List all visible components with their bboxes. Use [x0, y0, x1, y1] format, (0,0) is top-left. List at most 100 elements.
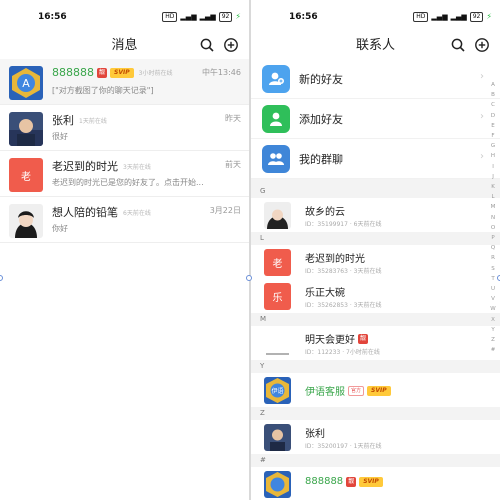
row-label: 我的群聊 [299, 153, 343, 166]
online-status: 3天前在线 [123, 163, 151, 171]
group-chat-row[interactable]: 我的群聊 › [251, 139, 500, 179]
svip-badge: SVIP [367, 385, 391, 396]
alphabet-letter[interactable]: V [491, 294, 495, 304]
status-bar: 16:56 HD ▂▄▆ ▂▄▆ 92 ⚡ [0, 0, 249, 33]
message-preview: 老迟到的时光已是您的好友了。点击开始... [52, 178, 204, 187]
alphabet-letter[interactable]: I [492, 162, 494, 172]
chevron-right-icon: › [480, 111, 484, 122]
svip-badge: SVIP [110, 67, 134, 78]
avatar: 乐 [264, 283, 291, 310]
message-preview: 你好 [52, 224, 68, 233]
avatar: A [9, 66, 43, 100]
avatar: 老 [264, 249, 291, 276]
alphabet-letter[interactable]: P [491, 233, 494, 243]
alphabet-letter[interactable]: M [491, 202, 496, 212]
online-status: 3小时前在线 [138, 70, 173, 77]
add-friend-row[interactable]: 添加好友 › [251, 99, 500, 139]
alphabet-letter[interactable]: U [491, 284, 495, 294]
messages-screen: 16:56 HD ▂▄▆ ▂▄▆ 92 ⚡ 消息 A 888888 靓 SVIP… [0, 0, 249, 500]
status-icons: HD ▂▄▆ ▂▄▆ 92 ⚡ [162, 11, 241, 22]
add-icon[interactable] [474, 37, 490, 53]
alphabet-letter[interactable]: D [491, 111, 495, 121]
contact-item[interactable]: 伊语 伊语客服 官方 SVIP [251, 373, 500, 407]
signal-icon-2: ▂▄▆ [199, 12, 216, 21]
resize-handle-mid[interactable] [246, 275, 252, 281]
battery-icon: 92 [469, 11, 484, 22]
avatar: 老 [9, 158, 43, 192]
alphabet-letter[interactable]: Z [491, 335, 495, 345]
search-icon[interactable] [450, 37, 466, 53]
contact-item[interactable]: 老 老迟到的时光 ID：35283763 · 3天前在线 [251, 245, 500, 279]
alphabet-letter[interactable]: W [490, 304, 495, 314]
section-header-y: Y [251, 360, 500, 373]
contact-id: ID：112233 · 7小时前在线 [305, 349, 380, 356]
alphabet-letter[interactable]: A [491, 80, 495, 90]
alphabet-letter[interactable]: # [491, 345, 496, 355]
alphabet-letter[interactable]: B [491, 90, 495, 100]
alphabet-letter[interactable]: Q [491, 243, 495, 253]
alphabet-letter[interactable]: S [491, 264, 495, 274]
message-preview: ["对方截图了你的聊天记录"] [52, 86, 154, 95]
alphabet-letter[interactable]: O [491, 223, 495, 233]
alphabet-letter[interactable]: K [491, 182, 495, 192]
contact-name: 故乡的云 [305, 207, 345, 218]
conversation-item[interactable]: 老 老迟到的时光 3天前在线 前天 老迟到的时光已是您的好友了。点击开始... [0, 151, 249, 197]
charging-icon: ⚡ [486, 12, 492, 21]
chevron-right-icon: › [480, 71, 484, 82]
alphabet-letter[interactable]: J [492, 172, 494, 182]
status-icons: HD ▂▄▆ ▂▄▆ 92 ⚡ [413, 11, 492, 22]
group-chat-icon [262, 145, 290, 173]
row-label: 添加好友 [299, 113, 343, 126]
contact-id: ID：35262853 · 3天前在线 [305, 302, 382, 309]
status-bar: 16:56 HD ▂▄▆ ▂▄▆ 92 ⚡ [251, 0, 500, 33]
contact-item[interactable]: 明天会更好 靓 ID：112233 · 7小时前在线 [251, 326, 500, 360]
contacts-header: 联系人 [251, 33, 500, 59]
avatar [9, 112, 43, 146]
alphabet-letter[interactable]: F [491, 131, 494, 141]
message-time: 昨天 [225, 114, 241, 123]
signal-icon: ▂▄▆ [431, 12, 448, 21]
alphabet-letter[interactable]: E [491, 121, 494, 131]
hd-icon: HD [162, 11, 178, 22]
alphabet-letter[interactable]: T [491, 274, 494, 284]
avatar [9, 204, 43, 238]
alphabet-letter[interactable]: X [491, 315, 495, 325]
conversation-item[interactable]: 想人陪的铅笔 6天前在线 3月22日 你好 [0, 197, 249, 243]
alphabet-letter[interactable]: C [491, 100, 495, 110]
avatar [264, 202, 291, 229]
pretty-id-badge: 靓 [346, 476, 357, 487]
conversation-name: 888888 靓 SVIP 3小时前在线 [52, 66, 172, 79]
message-time: 中午13:46 [201, 68, 241, 77]
alphabet-letter[interactable]: R [491, 253, 495, 263]
alphabet-letter[interactable]: H [491, 151, 495, 161]
online-status: 1天前在线 [79, 117, 107, 125]
section-header-m: M [251, 313, 500, 326]
conversation-item[interactable]: A 888888 靓 SVIP 3小时前在线 中午13:46 ["对方截图了你的… [0, 59, 249, 105]
section-header-hash: # [251, 454, 500, 467]
contact-item[interactable]: 乐 乐正大碗 ID：35262853 · 3天前在线 [251, 279, 500, 313]
contact-item[interactable]: 888888 靓 SVIP [251, 467, 500, 500]
contacts-screen: 16:56 HD ▂▄▆ ▂▄▆ 92 ⚡ 联系人 新的好友 › 添加好友 › [251, 0, 500, 500]
contact-item[interactable]: 故乡的云 ID：35199917 · 6天前在线 [251, 198, 500, 232]
contact-item[interactable]: 张利 ID：35200197 · 1天前在线 [251, 420, 500, 454]
contact-name: 明天会更好 靓 [305, 331, 369, 346]
new-friends-row[interactable]: 新的好友 › [251, 59, 500, 99]
charging-icon: ⚡ [235, 12, 241, 21]
add-icon[interactable] [223, 37, 239, 53]
alphabet-letter[interactable]: Y [491, 325, 494, 335]
hd-icon: HD [413, 11, 429, 22]
online-status: 6天前在线 [123, 209, 151, 217]
conversation-item[interactable]: 张利 1天前在线 昨天 很好 [0, 105, 249, 151]
status-time: 16:56 [289, 11, 318, 22]
search-icon[interactable] [199, 37, 215, 53]
signal-icon-2: ▂▄▆ [450, 12, 467, 21]
alphabet-letter[interactable]: N [491, 213, 495, 223]
alphabet-index[interactable]: A B C D E F G H I J K L M N O P Q R S T U V W X Y Z # [488, 80, 498, 355]
avatar [264, 424, 291, 451]
page-title: 联系人 [355, 38, 395, 53]
contact-name: 老迟到的时光 [305, 254, 365, 265]
avatar-text: 伊语 [271, 387, 283, 395]
alphabet-letter[interactable]: L [491, 192, 494, 202]
message-time: 3月22日 [209, 206, 241, 215]
alphabet-letter[interactable]: G [491, 141, 495, 151]
